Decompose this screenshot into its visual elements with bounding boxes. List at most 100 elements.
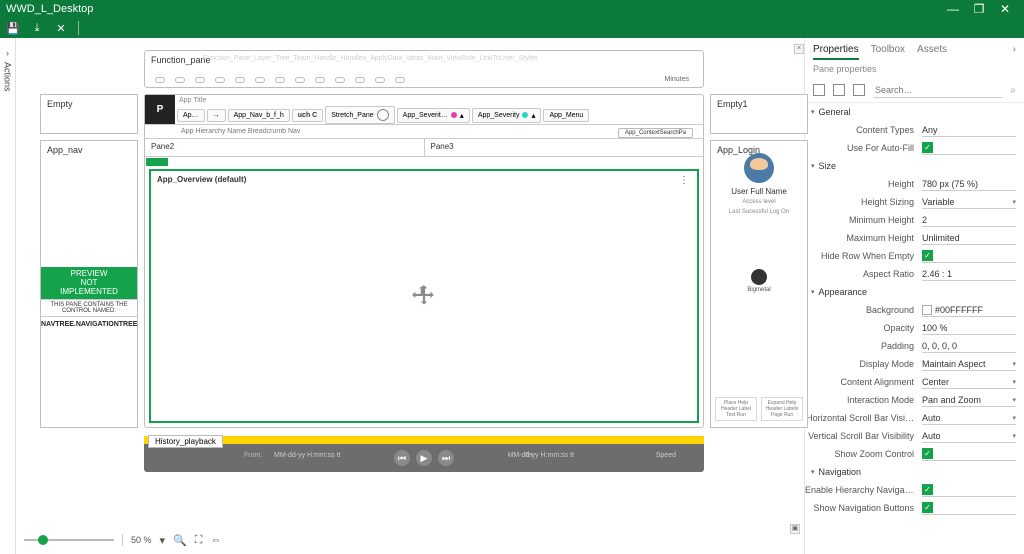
min-height-value[interactable]: 2 [922,213,1016,227]
v-scrollbar-select[interactable]: Auto [922,429,1016,443]
window-close-button[interactable]: ✕ [992,2,1018,16]
view-list-icon[interactable] [833,84,845,96]
function-pane-block[interactable]: Function_pane Function_Pane_Layer_Tree_T… [144,50,704,88]
pane2-active-strip [146,158,168,166]
nav-buttons-checkbox[interactable]: ✓ [922,501,1016,515]
h-scrollbar-select[interactable]: Auto [922,411,1016,425]
pane3-header[interactable]: Pane3 [424,139,704,156]
pane2-header[interactable]: Pane2 [145,139,424,156]
tab-toolbox[interactable]: Toolbox [871,44,905,60]
max-height-label: Maximum Height [805,233,922,243]
empty-left-block[interactable]: Empty [40,94,138,134]
min-height-label: Minimum Height [805,215,922,225]
export-icon[interactable]: ⤓ [30,21,44,35]
overview-label: App_Overview (default) [157,175,246,184]
properties-search-input[interactable] [873,82,1002,98]
zoom-magnifier-icon[interactable]: 🔍 [173,534,187,547]
history-playback-block[interactable]: History_playback From: MM-dd-yy H:mm:ss … [144,436,704,472]
max-height-value[interactable]: Unlimited [922,231,1016,245]
show-zoom-checkbox[interactable]: ✓ [922,447,1016,461]
app-login-block[interactable]: App_Login User Full Name Access level La… [710,140,808,428]
history-prev-button[interactable]: ⏮ [394,450,410,466]
kebab-icon[interactable]: ⋮ [679,175,689,186]
height-value[interactable]: 780 px (75 %) [922,177,1016,191]
cyan-dot-icon [522,112,528,118]
function-pane-minutes: Minutes [664,76,689,83]
hide-row-checkbox[interactable]: ✓ [922,249,1016,263]
tab-arrow[interactable]: → [207,109,226,122]
section-general[interactable]: ▾General [805,103,1024,121]
pink-dot-icon [451,112,457,118]
context-search-field[interactable]: App_ContextSearchPa [618,128,693,138]
fingerprint-icon[interactable] [751,269,767,285]
opacity-value[interactable]: 100 % [922,321,1016,335]
settings-icon[interactable] [853,84,865,96]
use-autofill-label: Use For Auto-Fill [805,143,922,153]
save-icon[interactable]: 💾 [6,21,20,35]
padding-value[interactable]: 0, 0, 0, 0 [922,339,1016,353]
display-mode-label: Display Mode [805,359,922,369]
display-mode-select[interactable]: Maintain Aspect [922,357,1016,371]
content-types-value[interactable]: Any [922,123,1016,137]
avatar-icon [744,153,774,183]
tab-properties[interactable]: Properties [813,44,859,60]
interaction-mode-select[interactable]: Pan and Zoom [922,393,1016,407]
background-label: Background [805,305,922,315]
section-size[interactable]: ▾Size [805,157,1024,175]
section-appearance[interactable]: ▾Appearance [805,283,1024,301]
tab-assets[interactable]: Assets [917,44,947,60]
opacity-label: Opacity [805,323,922,333]
tab-menu[interactable]: App_Menu [543,109,589,122]
actions-label: Actions [3,62,13,92]
history-play-button[interactable]: ▶ [416,450,432,466]
zoom-fit-icon[interactable]: ⛶ [195,534,203,547]
tab-stretch[interactable]: Stretch_Pane [325,106,394,124]
height-sizing-select[interactable]: Variable [922,195,1016,209]
window-minimize-button[interactable]: — [940,2,966,16]
close-tab-icon[interactable]: ✕ [54,21,68,35]
history-next-button[interactable]: ⏭ [438,450,454,466]
chevron-right-icon[interactable]: › [6,48,9,58]
tab-severity-2[interactable]: App_Severity▴ [472,108,542,123]
height-label: Height [805,179,922,189]
h-scrollbar-label: Horizontal Scroll Bar Visi… [805,413,922,423]
canvas-close-icon[interactable]: × [794,44,804,54]
section-navigation[interactable]: ▾Navigation [805,463,1024,481]
tab-severity-1[interactable]: App_Severit…▴ [397,108,470,123]
function-pane-label: Function_pane [151,55,211,65]
empty-right-label: Empty1 [717,99,748,109]
move-handle-icon[interactable] [411,283,437,309]
history-timeline-strip[interactable] [144,436,704,444]
design-canvas[interactable]: × Function_pane Function_Pane_Layer_Tree… [16,38,804,554]
search-icon[interactable]: ⌕ [1010,85,1016,96]
aspect-ratio-value[interactable]: 2.46 : 1 [922,267,1016,281]
app-toolbar: 💾 ⤓ ✕ [0,18,1024,38]
zoom-dropdown-icon[interactable]: ▾ [160,534,166,547]
app-title: WWD_L_Desktop [6,3,93,15]
zoom-fit-width-icon[interactable]: ⇔ [210,534,221,546]
interaction-mode-label: Interaction Mode [805,395,922,405]
content-alignment-select[interactable]: Center [922,375,1016,389]
empty-right-block[interactable]: Empty1 [710,94,808,134]
refresh-icon [377,109,389,121]
chevron-right-icon[interactable]: › [1013,44,1016,60]
view-grid-icon[interactable] [813,84,825,96]
zoom-percent[interactable]: 50 % [131,535,152,545]
tab-touch[interactable]: uch C [292,109,323,122]
use-autofill-checkbox[interactable]: ✓ [922,141,1016,155]
zoom-slider-knob[interactable] [38,535,48,545]
center-frame-block[interactable]: P App Title Ap… → App_Nav_b_f_h uch C St… [144,94,704,428]
actions-rail[interactable]: › Actions [0,38,16,554]
access-level-label: Access level [711,199,807,205]
tab-ap[interactable]: Ap… [177,109,205,122]
hierarchy-nav-checkbox[interactable]: ✓ [922,483,1016,497]
overview-body-selected[interactable]: App_Overview (default) ⋮ [149,169,699,423]
zoom-bar: 50 % ▾ 🔍 ⛶ ⇔ [24,530,604,550]
zoom-slider[interactable] [24,539,114,541]
background-value[interactable]: #00FFFFFF [922,303,1016,317]
hierarchy-nav-label: Enable Hierarchy Navigat… [805,485,922,495]
window-maximize-button[interactable]: ❐ [966,2,992,16]
app-nav-block[interactable]: App_nav PREVIEW NOT IMPLEMENTED THIS PAN… [40,140,138,428]
canvas-corner-button[interactable]: ▣ [790,524,800,534]
tab-nav[interactable]: App_Nav_b_f_h [228,109,290,122]
